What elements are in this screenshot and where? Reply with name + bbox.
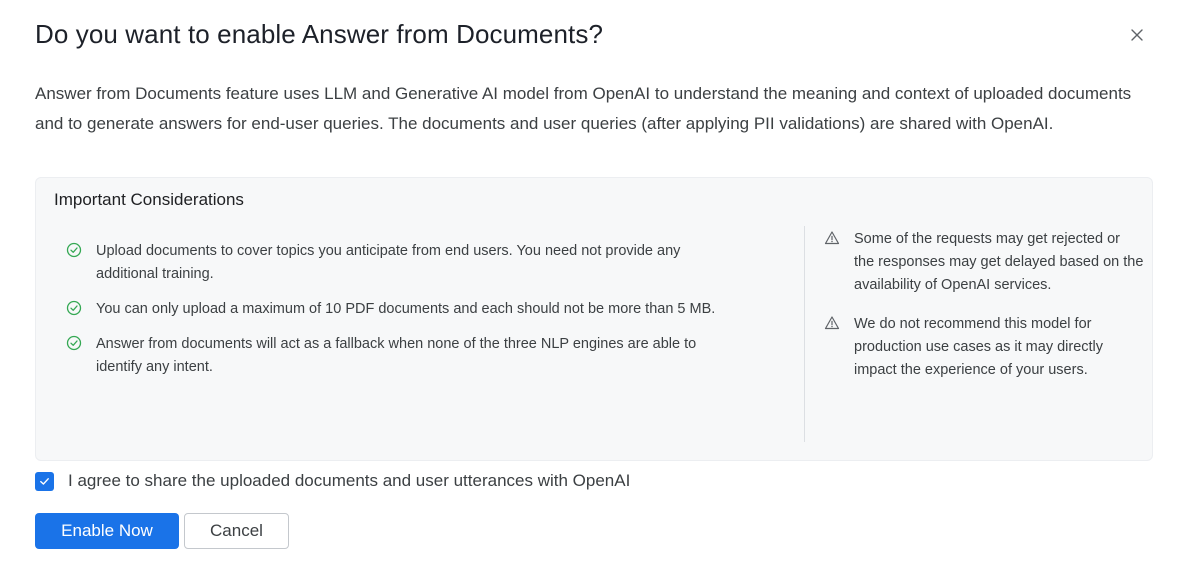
consideration-text: Upload documents to cover topics you ant… [96,243,681,282]
consideration-point: You can only upload a maximum of 10 PDF … [66,298,746,321]
warning-text: Some of the requests may get rejected or… [854,231,1144,293]
close-icon [1131,29,1143,41]
considerations-warnings: Some of the requests may get rejected or… [824,228,1144,398]
warning-point: Some of the requests may get rejected or… [824,228,1144,297]
warning-triangle-icon [824,231,840,245]
considerations-panel: Important Considerations Upload document… [35,177,1153,461]
agree-label[interactable]: I agree to share the uploaded documents … [68,471,630,491]
warning-point: We do not recommend this model for produ… [824,313,1144,382]
enable-now-button[interactable]: Enable Now [35,513,179,549]
cancel-button[interactable]: Cancel [184,513,289,549]
enable-answer-dialog: Do you want to enable Answer from Docume… [0,0,1187,571]
checkmark-icon [40,477,49,485]
consideration-point: Upload documents to cover topics you ant… [66,240,746,286]
considerations-divider [804,226,805,442]
check-circle-icon [66,335,82,351]
dialog-title: Do you want to enable Answer from Docume… [35,19,604,49]
check-circle-icon [66,300,82,316]
agree-checkbox[interactable] [35,471,54,491]
warning-triangle-icon [824,316,840,330]
check-circle-icon [66,242,82,258]
consideration-text: You can only upload a maximum of 10 PDF … [96,301,716,317]
agreement-row: I agree to share the uploaded documents … [35,471,630,491]
considerations-points: Upload documents to cover topics you ant… [66,240,746,391]
considerations-title: Important Considerations [54,190,244,209]
warning-text: We do not recommend this model for produ… [854,316,1104,378]
close-button[interactable] [1126,24,1148,46]
consideration-point: Answer from documents will act as a fall… [66,333,746,379]
consideration-text: Answer from documents will act as a fall… [96,336,697,375]
dialog-description: Answer from Documents feature uses LLM a… [35,84,1132,133]
